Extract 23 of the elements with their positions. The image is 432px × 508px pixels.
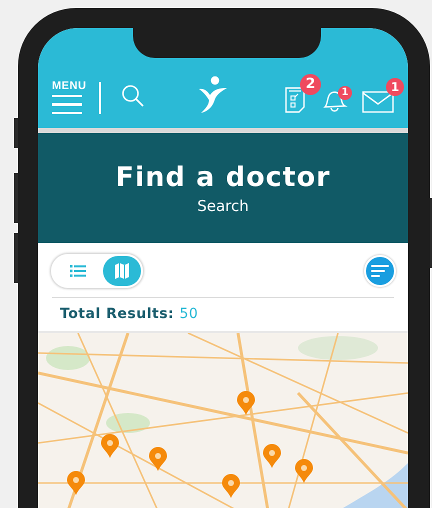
map-pin-icon[interactable] xyxy=(67,471,85,495)
map-pin-icon[interactable] xyxy=(149,447,167,471)
map-icon xyxy=(115,263,129,279)
menu-button[interactable]: MENU xyxy=(52,80,86,114)
map-view-button[interactable] xyxy=(103,256,141,286)
map-pin-icon[interactable] xyxy=(101,434,119,458)
map-pin-icon[interactable] xyxy=(295,459,313,483)
filter-button[interactable] xyxy=(364,255,396,287)
search-icon[interactable] xyxy=(120,84,145,108)
logo-icon xyxy=(198,76,228,114)
list-icon xyxy=(70,265,86,277)
filter-icon xyxy=(371,264,389,278)
mail-icon[interactable] xyxy=(362,90,394,114)
page-title: Find a doctor xyxy=(116,162,330,192)
map-pin-icon[interactable] xyxy=(222,474,240,498)
map-pin-icon[interactable] xyxy=(237,391,255,415)
count-badge: 1 xyxy=(386,78,404,96)
document-icon[interactable] xyxy=(284,86,306,114)
map-pin-icon[interactable] xyxy=(263,444,281,468)
page-subtitle: Search xyxy=(197,196,249,214)
count-badge: 2 xyxy=(300,74,321,95)
results-count: Total Results: 50 xyxy=(59,305,200,324)
count-badge: 1 xyxy=(338,86,352,100)
